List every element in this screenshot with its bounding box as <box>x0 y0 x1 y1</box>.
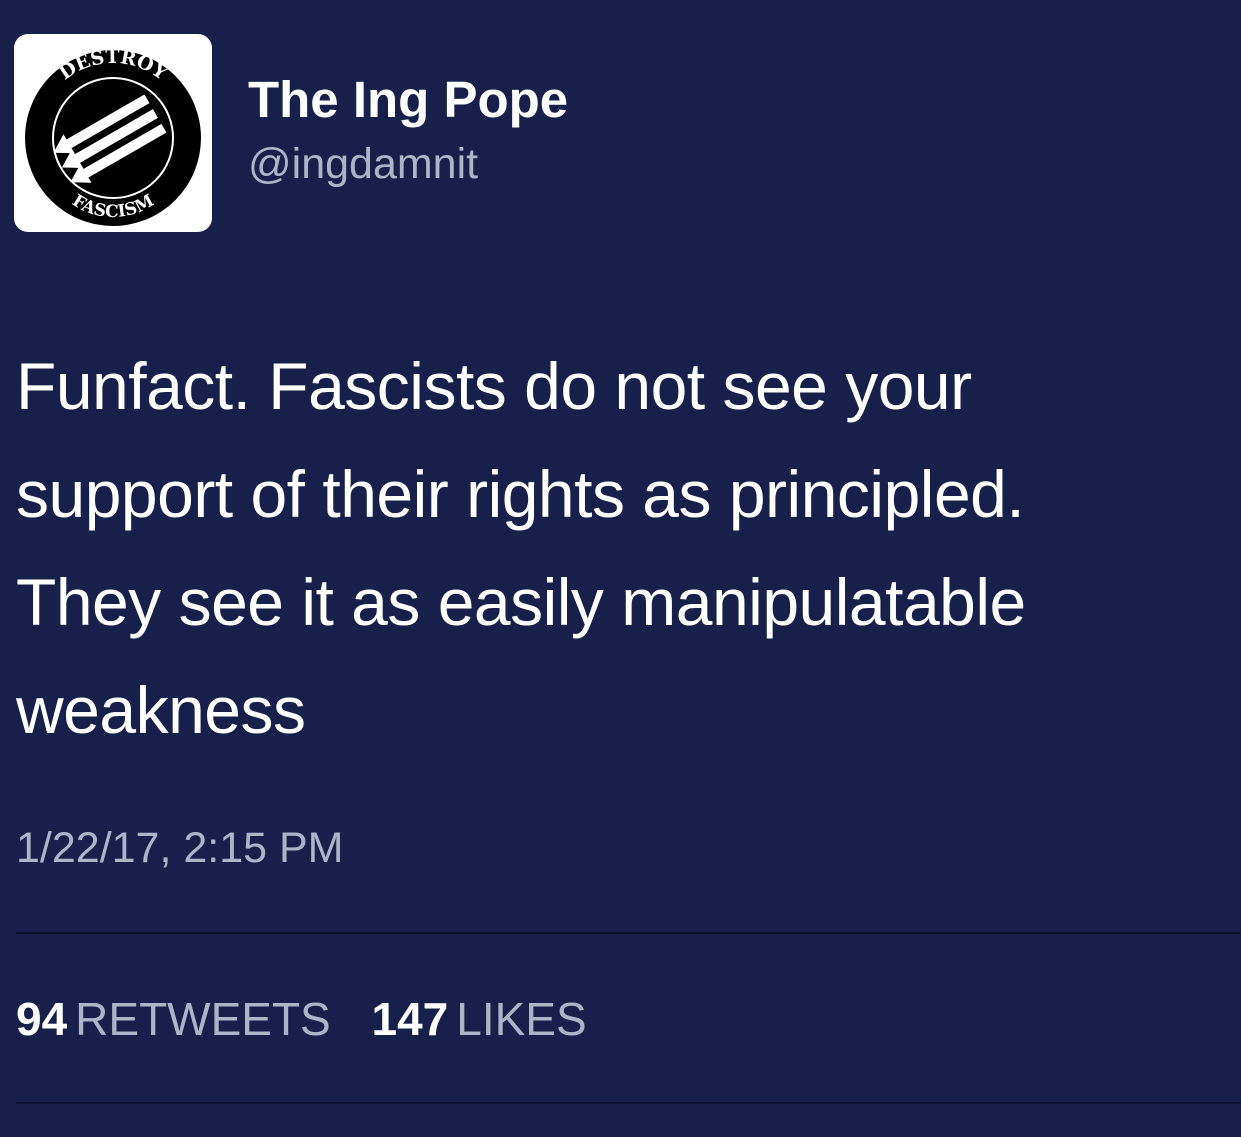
tweet-text-line: weakness <box>16 673 306 747</box>
display-name[interactable]: The Ing Pope <box>248 70 568 130</box>
divider <box>16 932 1241 934</box>
tweet-stats: 94 RETWEETS 147 LIKES <box>16 992 615 1046</box>
retweets-stat[interactable]: 94 RETWEETS <box>16 992 331 1046</box>
likes-count: 147 <box>371 993 449 1045</box>
tweet-text-line: Funfact. Fascists do not see your <box>16 349 972 423</box>
likes-label: LIKES <box>456 993 587 1045</box>
user-handle[interactable]: @ingdamnit <box>248 138 478 190</box>
destroy-fascism-three-arrows-icon: DESTROY FASCISM <box>25 46 201 226</box>
tweet-card: DESTROY FASCISM The Ing Pope @ingdamnit … <box>0 0 1241 1137</box>
tweet-text-line: support of their rights as principled. <box>16 457 1025 531</box>
tweet-text: Funfact. Fascists do not see your suppor… <box>16 332 1231 764</box>
retweets-label: RETWEETS <box>75 993 331 1045</box>
tweet-text-line: They see it as easily manipulatable <box>16 565 1026 639</box>
likes-stat[interactable]: 147 LIKES <box>372 992 587 1046</box>
avatar[interactable]: DESTROY FASCISM <box>14 34 212 232</box>
retweets-count: 94 <box>16 993 68 1045</box>
tweet-timestamp[interactable]: 1/22/17, 2:15 PM <box>16 822 344 874</box>
divider <box>16 1102 1241 1104</box>
